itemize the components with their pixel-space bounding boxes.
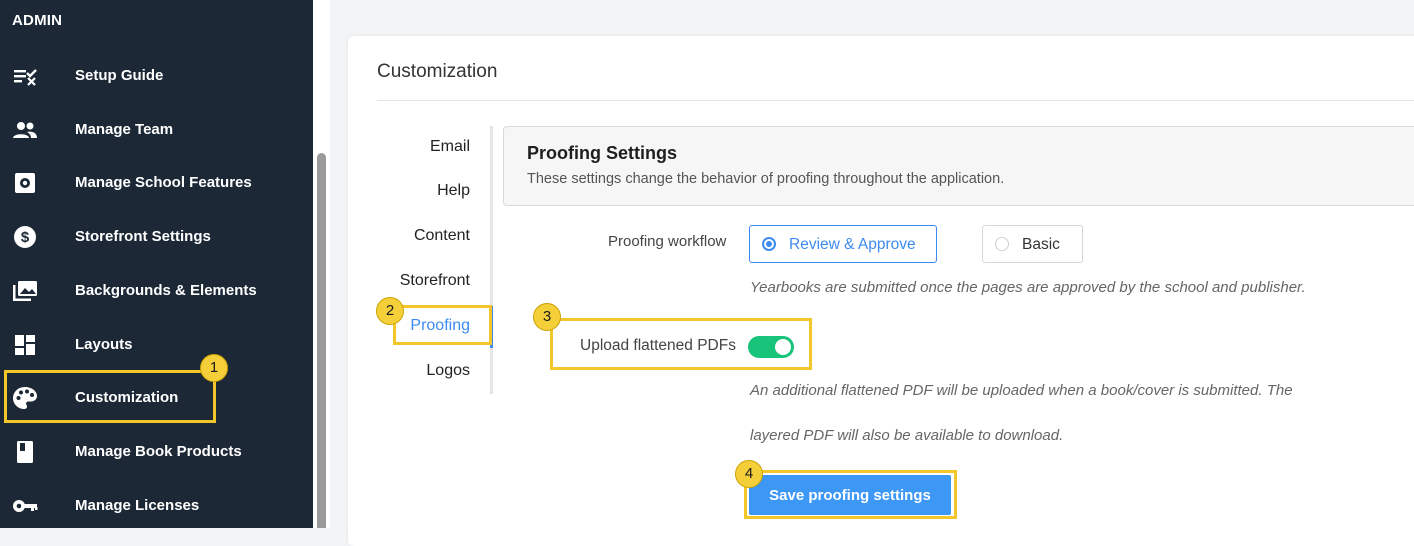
sidebar-item-label: Manage Licenses (75, 497, 200, 514)
radio-label: Review & Approve (789, 236, 916, 253)
sidebar-item-manage-team[interactable]: Manage Team (0, 110, 313, 150)
panel-header (503, 126, 1414, 206)
dashboard-icon (15, 335, 35, 355)
step-badge: 1 (200, 354, 228, 382)
images-icon (13, 281, 37, 301)
radio-review-approve[interactable]: Review & Approve (749, 225, 937, 263)
step-badge: 3 (533, 303, 561, 331)
upload-help-text-line1: An additional flattened PDF will be uplo… (750, 382, 1293, 399)
radio-basic[interactable]: Basic (982, 225, 1083, 263)
sidebar-item-storefront-settings[interactable]: $ Storefront Settings (0, 217, 313, 257)
sidebar-section-title: ADMIN (12, 12, 63, 29)
highlight-box-customization (4, 370, 216, 423)
tab-storefront[interactable]: Storefront (360, 272, 470, 290)
upload-help-text-line2: layered PDF will also be available to do… (750, 427, 1064, 444)
page-title: Customization (377, 61, 498, 82)
dollar-circle-icon: $ (14, 226, 36, 248)
svg-text:$: $ (21, 229, 30, 246)
sidebar-item-label: Backgrounds & Elements (75, 282, 257, 299)
tab-logos[interactable]: Logos (360, 362, 470, 380)
sidebar-item-layouts[interactable]: Layouts (0, 325, 313, 365)
step-badge: 2 (376, 297, 404, 325)
sidebar-item-manage-licenses[interactable]: Manage Licenses (0, 486, 313, 526)
sidebar-item-label: Manage School Features (75, 174, 252, 191)
sidebar-scrollbar-thumb[interactable] (317, 153, 326, 528)
sidebar-item-label: Storefront Settings (75, 228, 211, 245)
sidebar: ADMIN Setup Guide Manage Team Manage Sch… (0, 0, 313, 528)
sidebar-item-manage-school-features[interactable]: Manage School Features (0, 163, 313, 203)
sidebar-item-label: Manage Team (75, 121, 174, 138)
gear-box-icon (15, 173, 35, 193)
highlight-box-upload (550, 318, 812, 370)
sidebar-item-label: Layouts (75, 336, 133, 353)
sidebar-item-label: Manage Book Products (75, 443, 242, 460)
proofing-workflow-label: Proofing workflow (608, 233, 727, 250)
radio-selected-icon (762, 237, 776, 251)
divider (377, 100, 1414, 101)
subnav-rail (490, 126, 493, 394)
tab-content[interactable]: Content (360, 227, 470, 245)
panel-subtitle: These settings change the behavior of pr… (527, 171, 1005, 187)
radio-unselected-icon (995, 237, 1009, 251)
workflow-help-text: Yearbooks are submitted once the pages a… (750, 279, 1306, 296)
checklist-icon (14, 69, 37, 86)
panel-title: Proofing Settings (527, 143, 677, 163)
tab-email[interactable]: Email (360, 138, 470, 156)
highlight-box-save (744, 470, 957, 519)
people-icon (13, 122, 37, 138)
highlight-box-proofing (393, 305, 492, 345)
book-icon (17, 441, 33, 463)
step-badge: 4 (735, 460, 763, 488)
sidebar-item-setup-guide[interactable]: Setup Guide (0, 56, 313, 96)
sidebar-item-label: Setup Guide (75, 67, 164, 84)
sidebar-item-backgrounds-elements[interactable]: Backgrounds & Elements (0, 271, 313, 311)
sidebar-item-manage-book-products[interactable]: Manage Book Products (0, 432, 313, 472)
tab-help[interactable]: Help (360, 182, 470, 200)
radio-label: Basic (1022, 236, 1060, 253)
key-icon (13, 500, 38, 512)
